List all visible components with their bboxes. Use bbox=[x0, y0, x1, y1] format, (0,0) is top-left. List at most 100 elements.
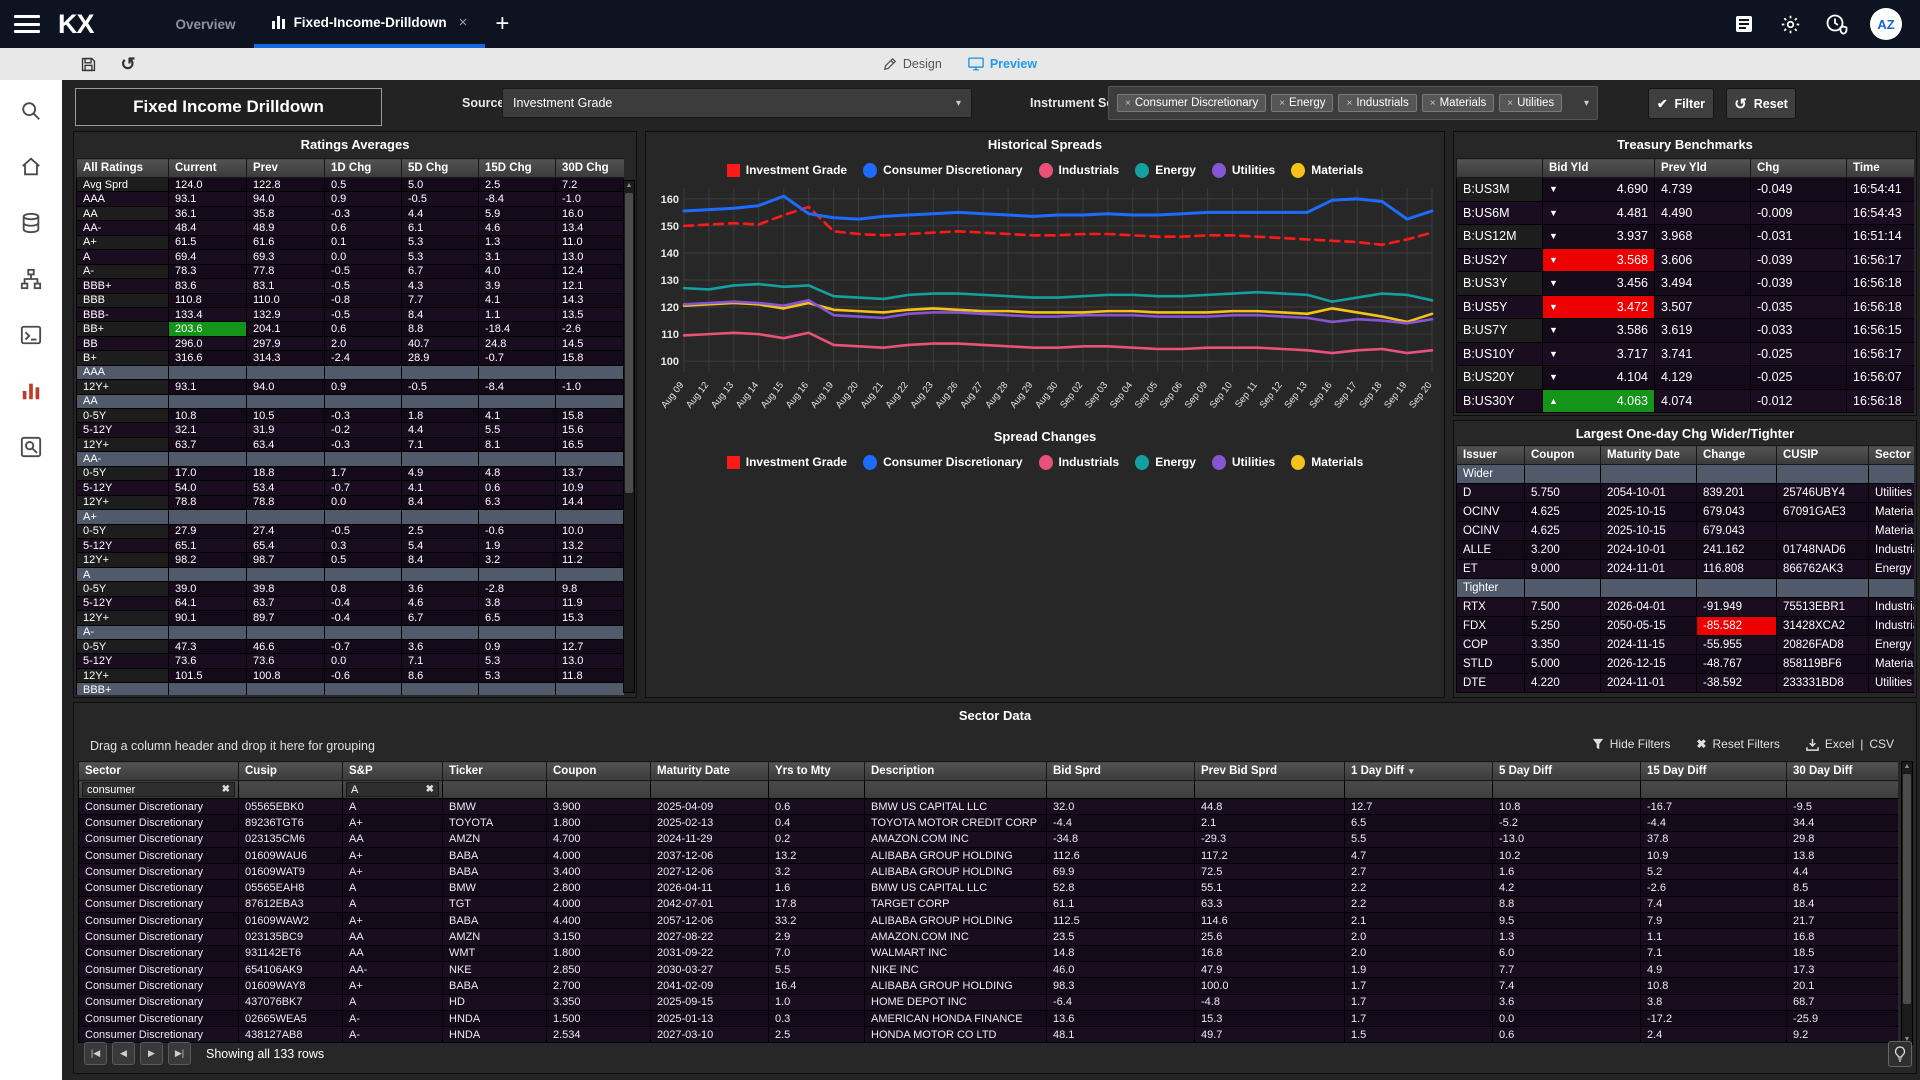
table-row[interactable]: Consumer Discretionary437076BK7AHD3.3502… bbox=[79, 994, 1899, 1010]
filter-cell[interactable] bbox=[651, 781, 769, 799]
search-icon[interactable] bbox=[18, 98, 44, 124]
console-icon[interactable] bbox=[18, 322, 44, 348]
filter-cell[interactable] bbox=[1493, 781, 1641, 799]
design-mode-button[interactable]: Design bbox=[883, 57, 942, 71]
session-security-icon[interactable] bbox=[1824, 12, 1848, 36]
filter-cell[interactable] bbox=[865, 781, 1047, 799]
table-row[interactable]: BBB-133.4132.9-0.58.41.113.5 bbox=[77, 307, 625, 321]
table-row[interactable]: Consumer Discretionary01609WAT9A+BABA3.4… bbox=[79, 864, 1899, 880]
column-header[interactable]: CUSIP bbox=[1777, 446, 1869, 465]
legend-item-utilities[interactable]: Utilities bbox=[1212, 163, 1275, 178]
pager-next-button[interactable]: ▶ bbox=[140, 1042, 163, 1065]
table-row[interactable]: B:US6M▼4.4814.490-0.00916:54:43 bbox=[1457, 201, 1915, 225]
pager-prev-button[interactable]: ◀ bbox=[112, 1042, 135, 1065]
table-row[interactable]: Consumer Discretionary05565EBK0ABMW3.900… bbox=[79, 799, 1899, 815]
insights-bulb-button[interactable] bbox=[1888, 1041, 1912, 1067]
filter-input[interactable]: consumer✖ bbox=[82, 782, 235, 797]
legend-item-investment-grade[interactable]: Investment Grade bbox=[727, 455, 847, 469]
column-header[interactable]: 15D Chg bbox=[479, 159, 556, 178]
legend-item-consumer-discretionary[interactable]: Consumer Discretionary bbox=[863, 163, 1022, 178]
filter-cell[interactable] bbox=[1641, 781, 1787, 799]
table-row[interactable]: 12Y+98.298.70.58.43.211.2 bbox=[77, 553, 625, 567]
table-row[interactable]: Consumer Discretionary023135BC9AAAMZN3.1… bbox=[79, 929, 1899, 945]
legend-item-consumer-discretionary[interactable]: Consumer Discretionary bbox=[863, 455, 1022, 470]
table-row[interactable]: OCINV4.6252025-10-15679.04367091GAE3Mate… bbox=[1457, 503, 1915, 522]
table-row[interactable]: D5.7502054-10-01839.20125746UBY4Utilitie… bbox=[1457, 484, 1915, 503]
column-header[interactable]: Sector bbox=[1869, 446, 1915, 465]
column-header[interactable]: Time bbox=[1847, 159, 1915, 178]
group-row[interactable]: BBB+ bbox=[77, 683, 625, 695]
column-header[interactable]: 1 Day Diff▾ bbox=[1345, 762, 1493, 781]
table-row[interactable]: A+61.561.60.15.31.311.0 bbox=[77, 235, 625, 249]
settings-gear-icon[interactable] bbox=[1778, 12, 1802, 36]
group-row[interactable]: A- bbox=[77, 625, 625, 639]
column-header[interactable]: Chg bbox=[1751, 159, 1847, 178]
table-row[interactable]: A69.469.30.05.33.113.0 bbox=[77, 250, 625, 264]
column-header[interactable]: Bid Yld bbox=[1543, 159, 1655, 178]
column-header[interactable]: Current bbox=[169, 159, 247, 178]
filter-cell[interactable] bbox=[1787, 781, 1899, 799]
column-header[interactable]: Coupon bbox=[547, 762, 651, 781]
table-row[interactable]: 5-12Y73.673.60.07.15.313.0 bbox=[77, 654, 625, 668]
table-row[interactable]: AAA93.194.00.9-0.5-8.4-1.0 bbox=[77, 192, 625, 206]
pager-first-button[interactable]: |◀ bbox=[84, 1042, 107, 1065]
table-row[interactable]: B:US5Y▼3.4723.507-0.03516:56:18 bbox=[1457, 295, 1915, 319]
filter-button[interactable]: ✔ Filter bbox=[1648, 88, 1714, 119]
table-row[interactable]: A-78.377.8-0.56.74.012.4 bbox=[77, 264, 625, 278]
group-row[interactable]: AA bbox=[77, 394, 625, 408]
table-row[interactable]: 5-12Y65.165.40.35.41.913.2 bbox=[77, 538, 625, 552]
export-buttons[interactable]: Excel | CSV bbox=[1806, 737, 1894, 751]
database-icon[interactable] bbox=[18, 210, 44, 236]
table-row[interactable]: STLD5.0002026-12-15-48.767858119BF6Mater… bbox=[1457, 655, 1915, 674]
column-header[interactable]: Ticker bbox=[443, 762, 547, 781]
legend-item-industrials[interactable]: Industrials bbox=[1039, 455, 1120, 470]
group-row[interactable]: Tighter bbox=[1457, 579, 1915, 598]
table-row[interactable]: 12Y+93.194.00.9-0.5-8.4-1.0 bbox=[77, 380, 625, 394]
clear-filter-icon[interactable]: ✖ bbox=[222, 784, 230, 795]
filter-cell[interactable] bbox=[1345, 781, 1493, 799]
table-row[interactable]: Consumer Discretionary01609WAY8A+BABA2.7… bbox=[79, 978, 1899, 994]
csv-export-label[interactable]: CSV bbox=[1869, 737, 1894, 751]
column-header[interactable]: 15 Day Diff bbox=[1641, 762, 1787, 781]
release-notes-icon[interactable] bbox=[1732, 12, 1756, 36]
legend-item-investment-grade[interactable]: Investment Grade bbox=[727, 163, 847, 177]
remove-tag-icon[interactable]: × bbox=[1430, 98, 1436, 109]
column-header[interactable]: 5 Day Diff bbox=[1493, 762, 1641, 781]
legend-item-industrials[interactable]: Industrials bbox=[1039, 163, 1120, 178]
hamburger-menu-icon[interactable] bbox=[14, 15, 40, 33]
legend-item-energy[interactable]: Energy bbox=[1135, 455, 1196, 470]
table-row[interactable]: Consumer Discretionary438127AB8A-HNDA2.5… bbox=[79, 1027, 1899, 1043]
filter-cell[interactable]: consumer✖ bbox=[79, 781, 239, 799]
legend-item-materials[interactable]: Materials bbox=[1291, 163, 1363, 178]
sector-tag[interactable]: ×Consumer Discretionary bbox=[1117, 94, 1266, 112]
table-row[interactable]: 12Y+78.878.80.08.46.314.4 bbox=[77, 495, 625, 509]
remove-tag-icon[interactable]: × bbox=[1507, 98, 1513, 109]
table-row[interactable]: 0-5Y17.018.81.74.94.813.7 bbox=[77, 466, 625, 480]
column-header[interactable]: 1D Chg bbox=[325, 159, 402, 178]
table-row[interactable]: AA36.135.8-0.34.45.916.0 bbox=[77, 206, 625, 220]
table-row[interactable]: DTE4.2202024-11-01-38.592233331BD8Utilit… bbox=[1457, 674, 1915, 693]
table-row[interactable]: Consumer Discretionary654106AK9AA-NKE2.8… bbox=[79, 961, 1899, 977]
filter-cell[interactable] bbox=[239, 781, 343, 799]
grouping-drop-zone[interactable]: Drag a column header and drop it here fo… bbox=[90, 739, 375, 753]
column-header[interactable]: Issuer bbox=[1457, 446, 1525, 465]
table-row[interactable]: B:US20Y▼4.1044.129-0.02516:56:07 bbox=[1457, 366, 1915, 390]
column-header[interactable]: Change bbox=[1697, 446, 1777, 465]
filter-cell[interactable] bbox=[1047, 781, 1195, 799]
table-row[interactable]: BBB110.8110.0-0.87.74.114.3 bbox=[77, 293, 625, 307]
remove-tag-icon[interactable]: × bbox=[1346, 98, 1352, 109]
table-row[interactable]: 12Y+101.5100.8-0.68.65.311.8 bbox=[77, 668, 625, 682]
filter-input[interactable]: A✖ bbox=[346, 782, 439, 797]
table-row[interactable]: COP3.3502024-11-15-55.95520826FAD8Energy bbox=[1457, 636, 1915, 655]
close-tab-icon[interactable]: × bbox=[459, 14, 468, 31]
table-row[interactable]: Consumer Discretionary01609WAW2A+BABA4.4… bbox=[79, 913, 1899, 929]
table-row[interactable]: 0-5Y39.039.80.83.6-2.89.8 bbox=[77, 582, 625, 596]
filter-cell[interactable]: A✖ bbox=[343, 781, 443, 799]
table-row[interactable]: ALLE3.2002024-10-01241.16201748NAD6Indus… bbox=[1457, 541, 1915, 560]
filter-cell[interactable] bbox=[443, 781, 547, 799]
table-row[interactable]: OCINV4.6252025-10-15679.043Materials bbox=[1457, 522, 1915, 541]
preview-mode-button[interactable]: Preview bbox=[968, 57, 1037, 71]
table-row[interactable]: Consumer Discretionary89236TGT6A+TOYOTA1… bbox=[79, 815, 1899, 831]
table-row[interactable]: 5-12Y32.131.9-0.24.45.515.6 bbox=[77, 423, 625, 437]
home-icon[interactable] bbox=[18, 154, 44, 180]
